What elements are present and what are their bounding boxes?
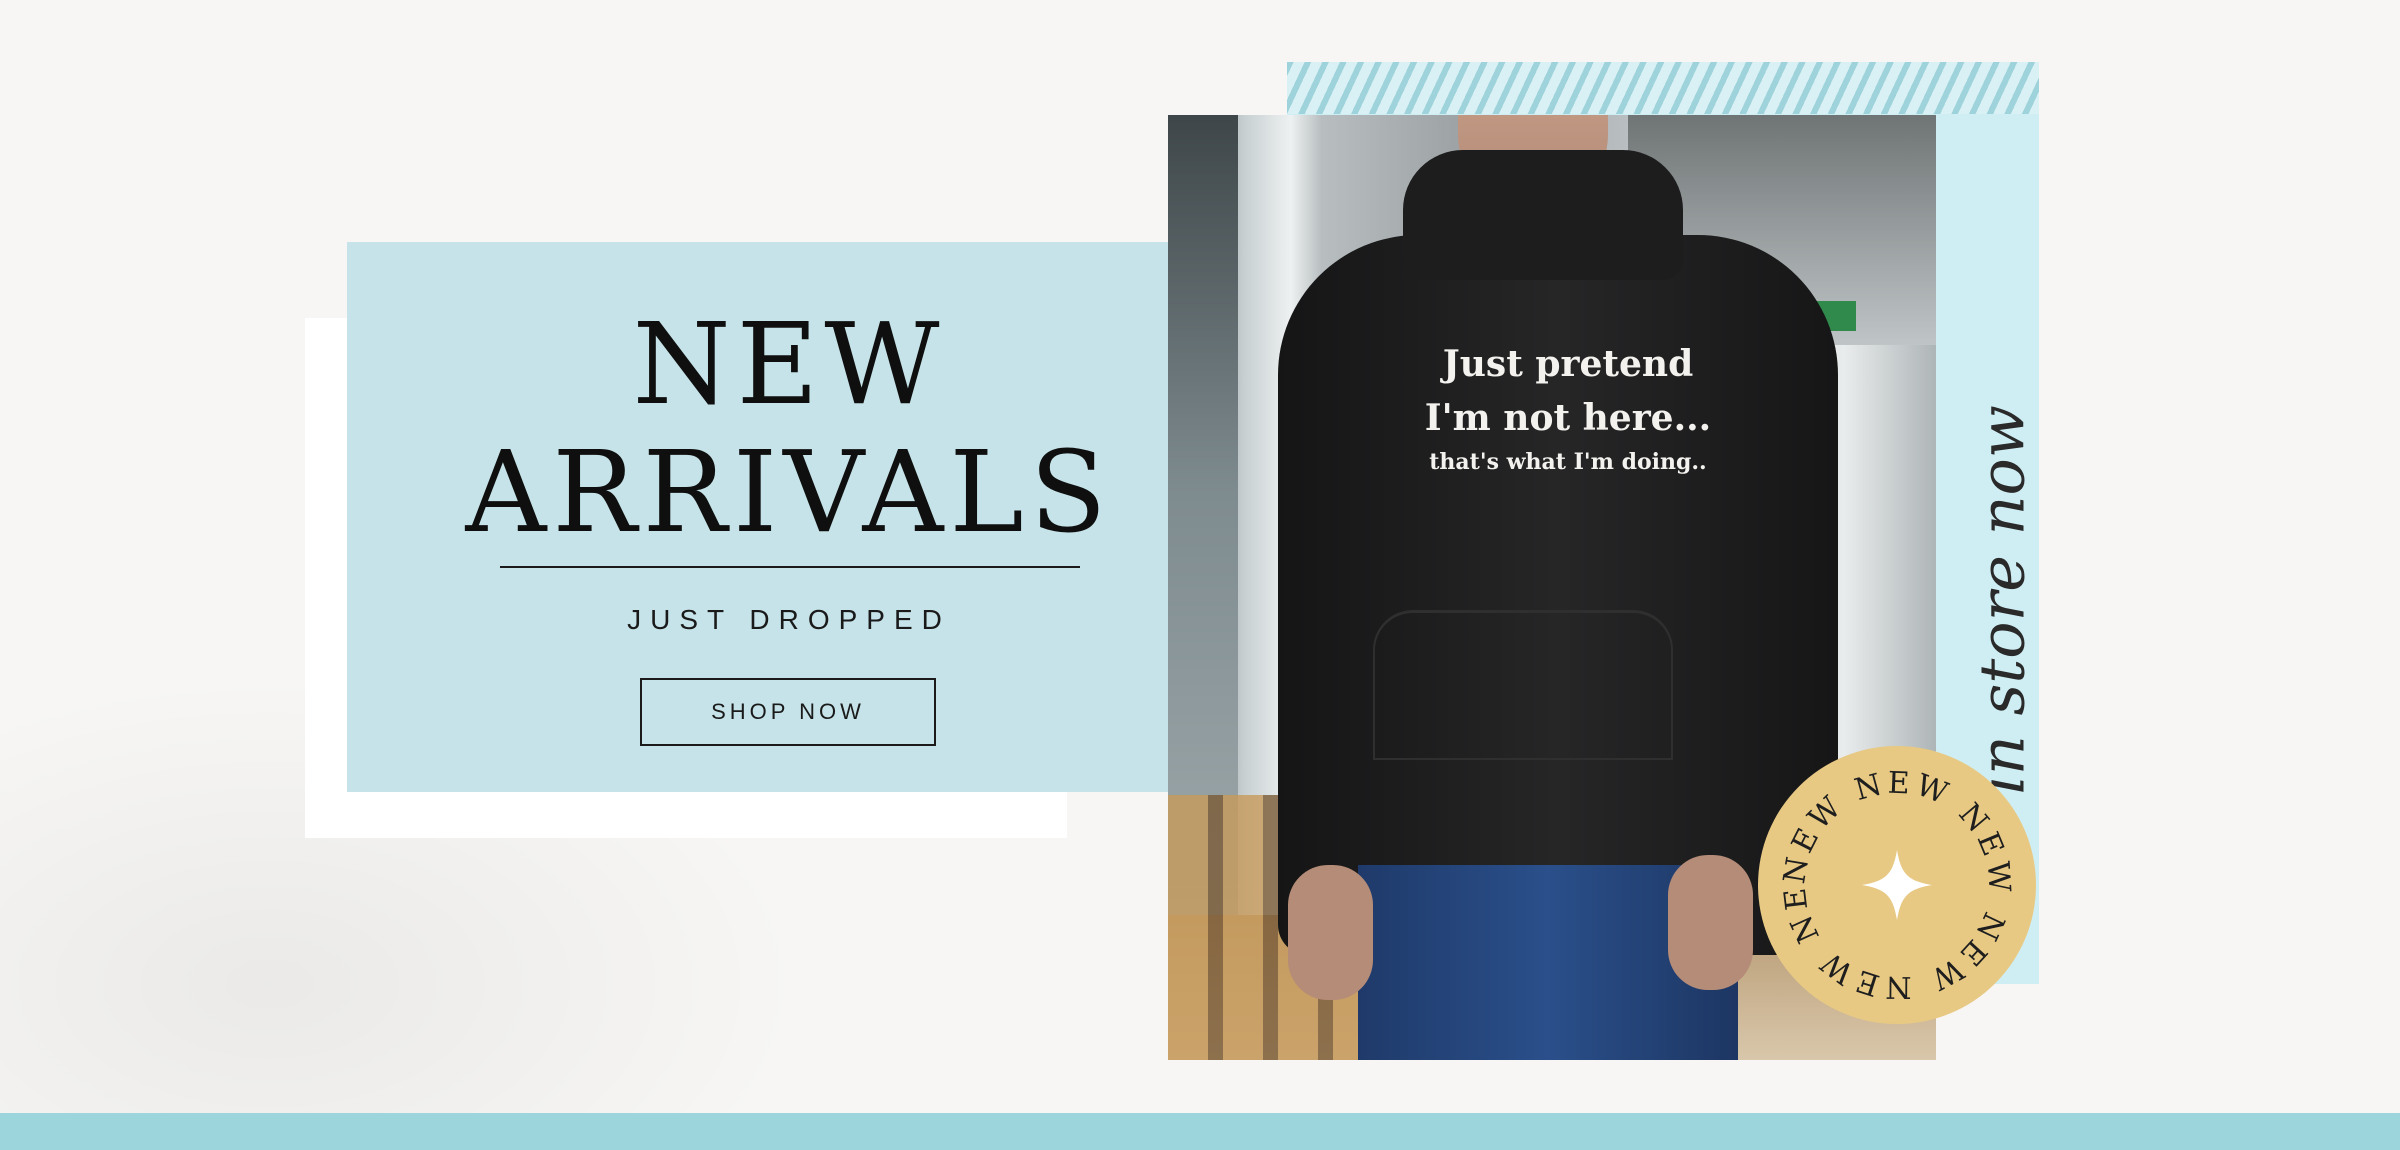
hoodie-hood <box>1403 150 1683 280</box>
new-badge: NEW NEW NEW NEW NEW NEW <box>1758 746 2036 1024</box>
headline-arrivals: ARRIVALS <box>465 428 1113 558</box>
hoodie-pocket <box>1373 610 1673 760</box>
bottom-accent-bar <box>0 1113 2400 1150</box>
headline-new: NEW <box>632 300 946 430</box>
model-left-hand <box>1288 865 1373 1000</box>
in-store-now-text: in store now <box>1965 405 2039 795</box>
hoodie-print: Just pretend I'm not here... that's what… <box>1378 337 1758 479</box>
hoodie-print-line2: I'm not here... <box>1424 397 1712 439</box>
sparkle-icon <box>1862 850 1932 920</box>
shop-now-button[interactable]: SHOP NOW <box>640 678 936 746</box>
hoodie-print-line3: that's what I'm doing.. <box>1429 449 1707 475</box>
hoodie-print-line1: Just pretend <box>1442 343 1694 385</box>
tagline: JUST DROPPED <box>627 604 951 635</box>
model-right-hand <box>1668 855 1753 990</box>
divider-line <box>500 566 1080 568</box>
new-badge-graphic: NEW NEW NEW NEW NEW NEW <box>1758 746 2013 1004</box>
palm-leaf-strip <box>1287 62 2039 114</box>
